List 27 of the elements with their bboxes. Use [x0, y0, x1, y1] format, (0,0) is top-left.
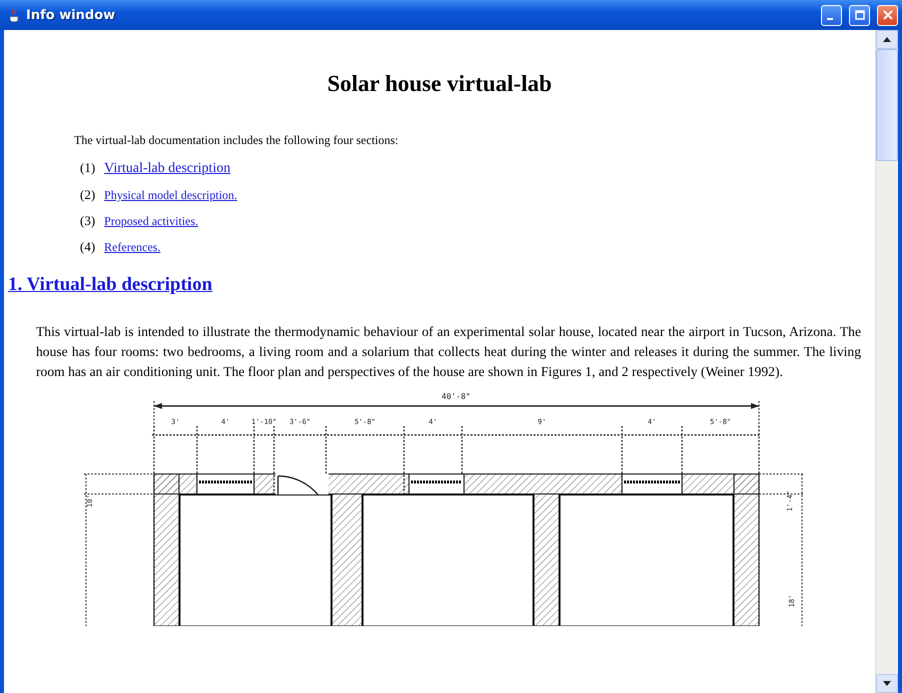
minimize-icon	[826, 18, 832, 20]
intro-text: The virtual-lab documentation includes the following four sections:	[74, 133, 400, 148]
scroll-thumb[interactable]	[876, 49, 898, 161]
maximize-icon	[854, 10, 864, 20]
scroll-up-button[interactable]	[876, 30, 898, 49]
document-title: Solar house virtual-lab	[326, 71, 553, 97]
list-number: (4)	[80, 239, 96, 255]
section-link[interactable]: Physical model description.	[104, 188, 238, 203]
close-icon	[882, 10, 892, 20]
up-arrow-icon	[883, 37, 891, 42]
maximize-button[interactable]	[849, 4, 870, 26]
section-link[interactable]: Proposed activities.	[104, 214, 198, 229]
list-number: (3)	[80, 213, 96, 229]
down-arrow-icon	[883, 681, 891, 686]
list-number: (2)	[80, 187, 96, 203]
dimension-label: 40'-8"	[442, 392, 470, 401]
window-title: Info window	[26, 8, 116, 22]
paragraph: This virtual-lab is intended to illustrate the thermodynamic behaviour of an experimental solar house, located near the airport in Tucson, Arizona. The house has four rooms: two bedrooms, a living room and a solarium that collects heat during the winter and releases it during the summer. The living room has an air conditioning unit. The floor plan and perspectives of the house are shown in Figures 1, and 2 respectively (Weiner 1992).	[36, 323, 861, 381]
section-link[interactable]: Virtual-lab description	[104, 161, 230, 177]
section-link[interactable]: References.	[104, 240, 160, 255]
cup-icon	[8, 8, 21, 22]
close-button[interactable]	[877, 4, 898, 26]
scroll-down-button[interactable]	[876, 674, 898, 693]
minimize-button[interactable]	[821, 4, 842, 26]
section-heading[interactable]: 1. Virtual-lab description	[8, 274, 212, 296]
scrollbar[interactable]	[875, 30, 898, 693]
list-number: (1)	[80, 160, 96, 176]
